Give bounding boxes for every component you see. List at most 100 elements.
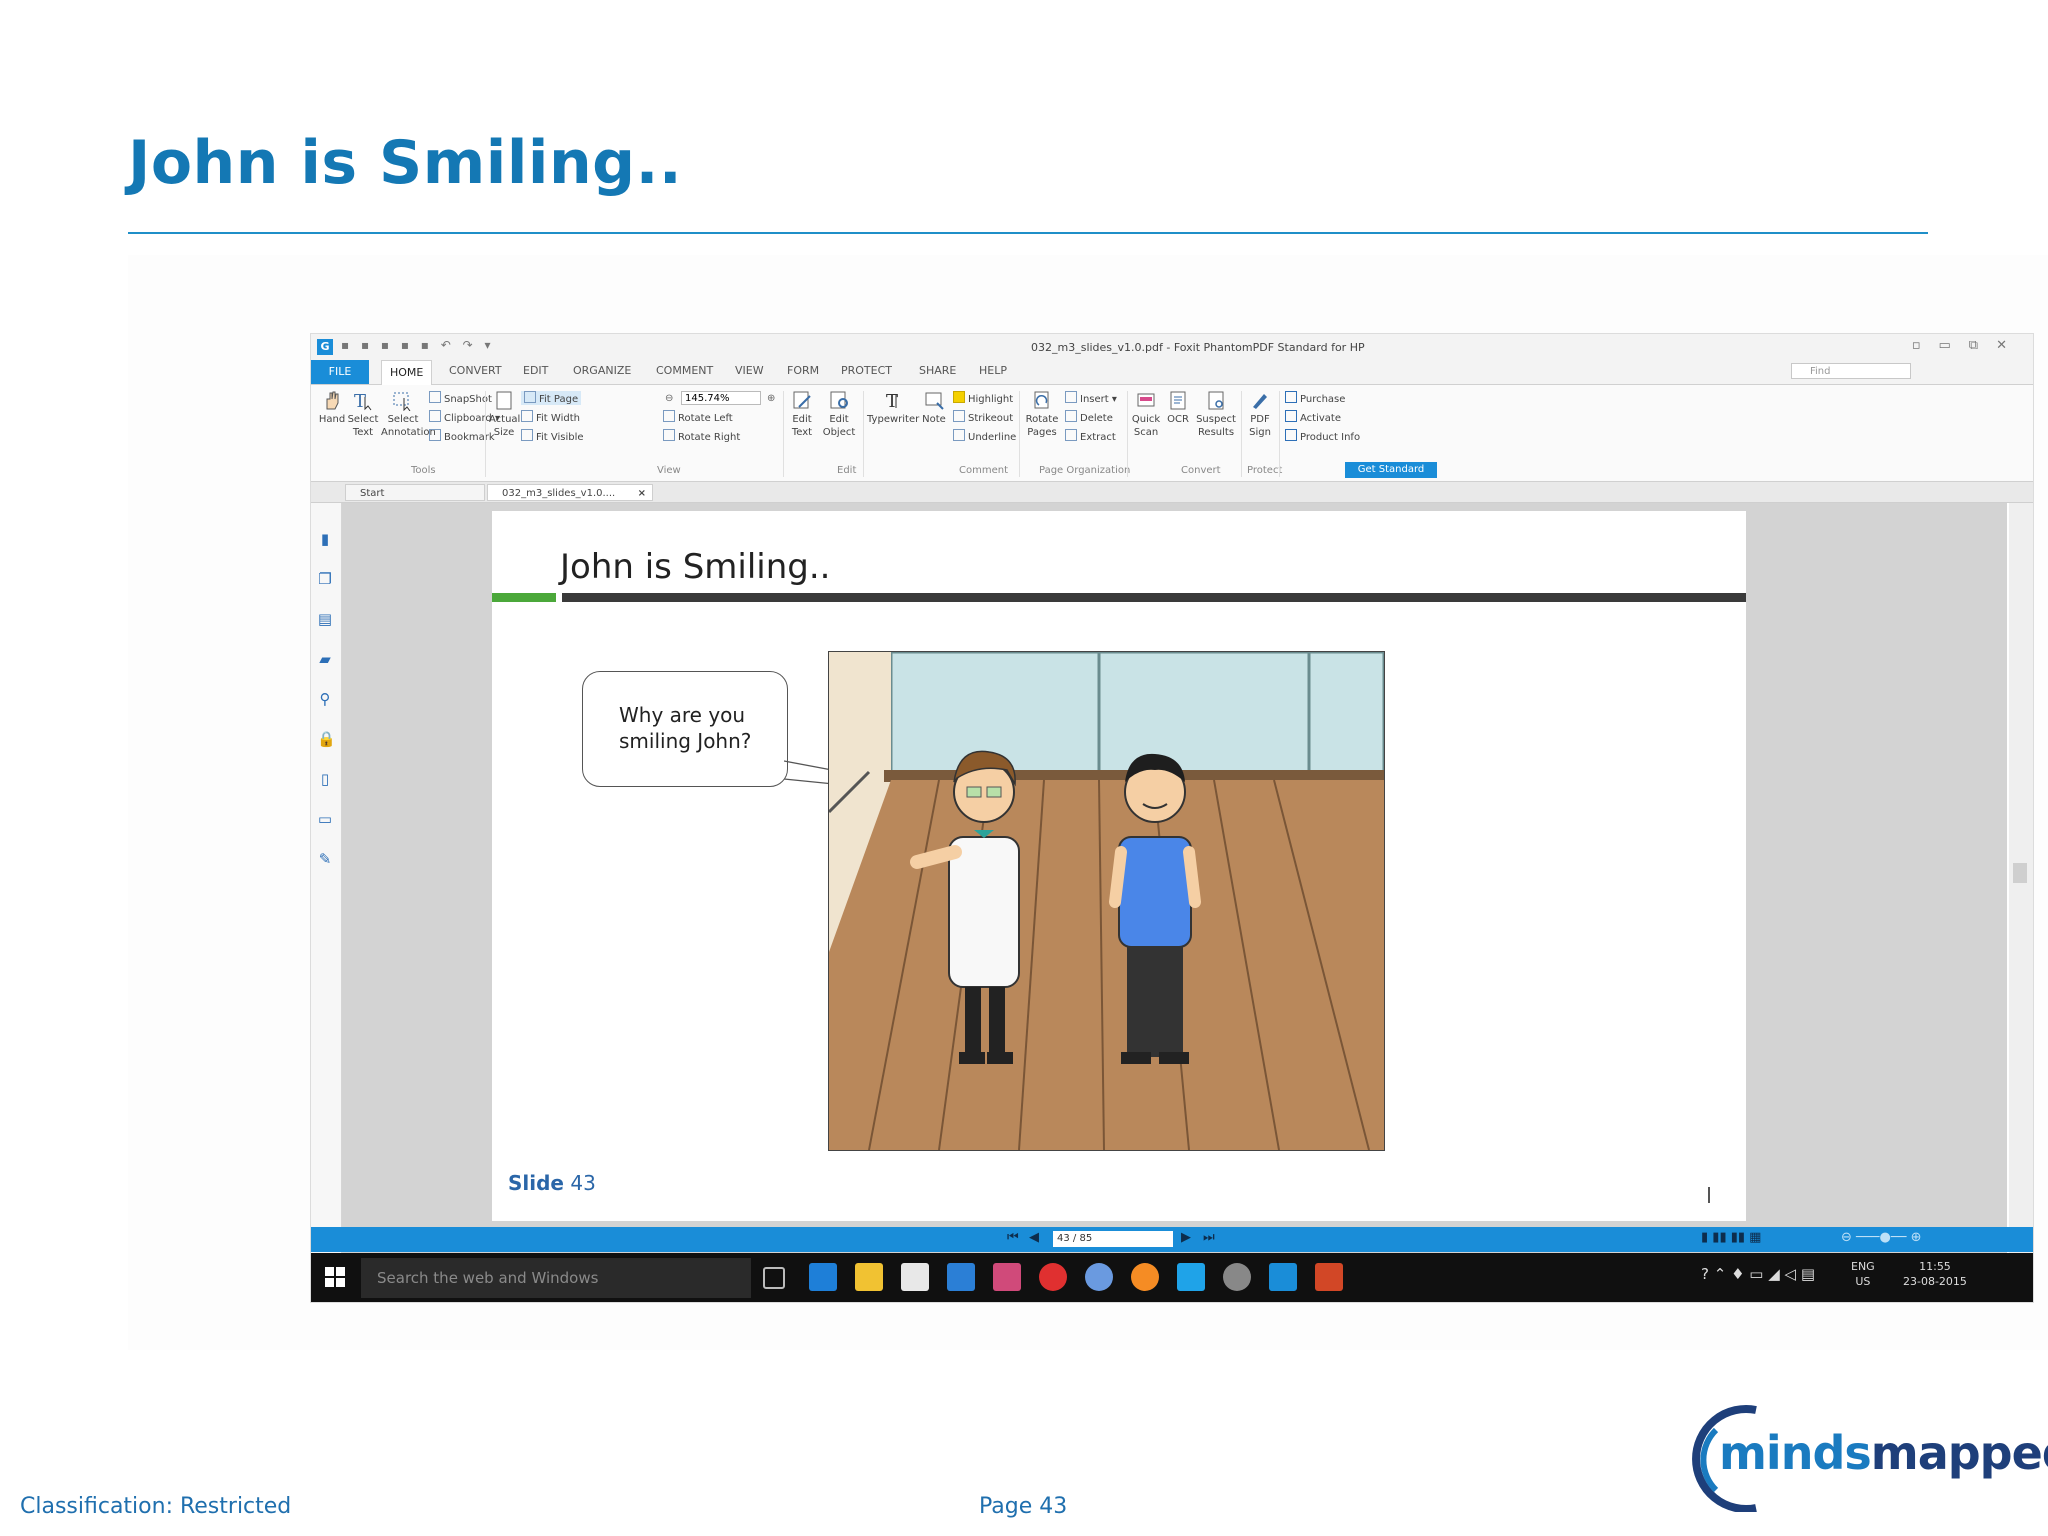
first-page-icon[interactable]: ⏮	[1007, 1230, 1019, 1245]
extract-button[interactable]: Extract	[1065, 429, 1116, 443]
typewriter-button[interactable]: T Typewriter	[867, 389, 919, 426]
pages-icon[interactable]: ❐	[317, 571, 333, 587]
page-layout-icons[interactable]: ▮ ▮▮ ▮▮ ▦	[1701, 1230, 1761, 1245]
group-separator	[1019, 391, 1020, 477]
ribbon-tabs: FILE HOME CONVERT EDIT ORGANIZE COMMENT …	[311, 360, 2033, 385]
actual-size-button[interactable]: Actual Size	[489, 389, 520, 439]
next-page-icon[interactable]: ▶	[1181, 1230, 1191, 1245]
tab-help[interactable]: HELP	[979, 364, 1007, 377]
edit-group-label: Edit	[837, 465, 857, 476]
edit-text-button[interactable]: Edit Text	[787, 389, 817, 439]
layers-icon[interactable]: ▤	[317, 611, 333, 627]
strikeout-button[interactable]: Strikeout	[953, 410, 1013, 424]
tab-share[interactable]: SHARE	[919, 364, 956, 377]
edge-icon[interactable]	[809, 1263, 837, 1291]
scrollbar-thumb[interactable]	[2013, 863, 2027, 883]
tab-form[interactable]: FORM	[787, 364, 819, 377]
suspect-results-button[interactable]: Suspect Results	[1195, 389, 1237, 439]
select-annotation-button[interactable]: Select Annotation	[381, 389, 436, 439]
highlight-button[interactable]: Highlight	[953, 391, 1013, 405]
store-icon[interactable]	[901, 1263, 929, 1291]
rotate-left-label: Rotate Left	[678, 413, 733, 424]
quick-access-buttons[interactable]: ▪ ▪ ▪ ▪ ▪ ↶ ↷ ▾	[341, 338, 495, 352]
pdf-sign-button[interactable]: PDF Sign	[1245, 389, 1275, 439]
clock[interactable]: 11:55 23-08-2015	[1903, 1259, 1967, 1289]
insert-button[interactable]: Insert ▾	[1065, 391, 1117, 405]
app-icon[interactable]	[993, 1263, 1021, 1291]
opera-icon[interactable]	[1039, 1263, 1067, 1291]
skype-icon[interactable]	[1177, 1263, 1205, 1291]
thumbnail-icon[interactable]: ▭	[317, 811, 333, 827]
window-controls[interactable]: ▫▭⧉✕	[1912, 338, 2025, 353]
activate-button[interactable]: Activate	[1285, 410, 1341, 424]
product-info-button[interactable]: Product Info	[1285, 429, 1360, 443]
tab-comment[interactable]: COMMENT	[656, 364, 713, 377]
settings-icon[interactable]	[1223, 1263, 1251, 1291]
quick-scan-button[interactable]: Quick Scan	[1131, 389, 1161, 439]
fit-page-button[interactable]: Fit Page	[521, 391, 582, 405]
dropbox-icon[interactable]	[947, 1263, 975, 1291]
purchase-button[interactable]: Purchase	[1285, 391, 1345, 405]
lock-icon[interactable]: 🔒	[317, 731, 336, 747]
chrome-icon[interactable]	[1085, 1263, 1113, 1291]
comments-icon[interactable]: ▰	[317, 651, 333, 667]
edit-object-button[interactable]: Edit Object	[821, 389, 857, 439]
tab-file[interactable]: FILE	[311, 360, 369, 384]
zoom-in-icon[interactable]: ⊕	[767, 393, 775, 404]
tab-protect[interactable]: PROTECT	[841, 364, 892, 377]
tab-view[interactable]: VIEW	[735, 364, 764, 377]
ocr-button[interactable]: OCR	[1163, 389, 1193, 426]
bookmarks-icon[interactable]: ▮	[317, 531, 333, 547]
select-text-button[interactable]: T Select Text	[347, 389, 379, 439]
title-bar-accent	[492, 593, 556, 602]
doc-tab-file[interactable]: 032_m3_slides_v1.0.... ×	[487, 484, 653, 501]
system-tray-icons[interactable]: ? ⌃ ♦ ▭ ◢ ◁ ▤	[1701, 1267, 1815, 1282]
fit-visible-label: Fit Visible	[536, 432, 584, 443]
powerpoint-icon[interactable]	[1315, 1263, 1343, 1291]
quick-scan-icon	[1137, 393, 1155, 407]
last-page-icon[interactable]: ⏭	[1203, 1230, 1215, 1245]
fit-width-button[interactable]: Fit Width	[521, 410, 580, 424]
tab-convert[interactable]: CONVERT	[449, 364, 502, 377]
rotate-pages-button[interactable]: Rotate Pages	[1023, 389, 1061, 439]
explorer-icon[interactable]	[855, 1263, 883, 1291]
tab-edit[interactable]: EDIT	[523, 364, 548, 377]
zoom-slider[interactable]: ⊖ ───●── ⊕	[1841, 1230, 1922, 1245]
page-number-input[interactable]: 43 / 85	[1053, 1231, 1173, 1247]
prev-page-icon[interactable]: ◀	[1029, 1230, 1039, 1245]
find-input[interactable]: Find	[1791, 363, 1911, 379]
vertical-scrollbar[interactable]	[2009, 503, 2033, 1281]
firefox-icon[interactable]	[1131, 1263, 1159, 1291]
close-icon[interactable]: ×	[638, 485, 646, 502]
select-annotation-label: Select Annotation	[381, 414, 436, 438]
fit-visible-button[interactable]: Fit Visible	[521, 429, 584, 443]
get-standard-button[interactable]: Get Standard	[1345, 462, 1437, 478]
pen-icon	[1253, 394, 1267, 409]
tab-home[interactable]: HOME	[381, 360, 433, 385]
app-icon[interactable]: G	[317, 339, 333, 355]
snapshot-button[interactable]: SnapShot	[429, 391, 492, 405]
note-button[interactable]: Note	[919, 389, 949, 426]
hand-tool-button[interactable]: Hand	[317, 389, 347, 426]
tools-icon[interactable]: ✎	[317, 851, 333, 867]
bubble-line-1: Why are you	[619, 703, 746, 727]
office-illustration	[829, 652, 1384, 1150]
taskbar-search-input[interactable]: Search the web and Windows	[361, 1258, 751, 1298]
rotate-left-button[interactable]: Rotate Left	[663, 410, 733, 424]
rotate-pages-icon	[1034, 391, 1049, 409]
search-doc-icon[interactable]: ▯	[317, 771, 333, 787]
group-separator	[485, 391, 486, 477]
foxit-icon[interactable]	[1269, 1263, 1297, 1291]
underline-button[interactable]: Underline	[953, 429, 1016, 443]
zoom-out-icon[interactable]: ⊖	[665, 393, 673, 404]
slide-word: Slide	[508, 1171, 564, 1195]
windows-start-icon[interactable]	[325, 1267, 345, 1287]
delete-button[interactable]: Delete	[1065, 410, 1113, 424]
rotate-right-button[interactable]: Rotate Right	[663, 429, 740, 443]
attachments-icon[interactable]: ⚲	[317, 691, 333, 707]
task-view-icon[interactable]	[763, 1267, 785, 1289]
doc-tab-start[interactable]: Start	[345, 484, 485, 501]
language-indicator[interactable]: ENG US	[1851, 1259, 1875, 1289]
zoom-input[interactable]: 145.74%	[681, 391, 761, 405]
tab-organize[interactable]: ORGANIZE	[573, 364, 631, 377]
